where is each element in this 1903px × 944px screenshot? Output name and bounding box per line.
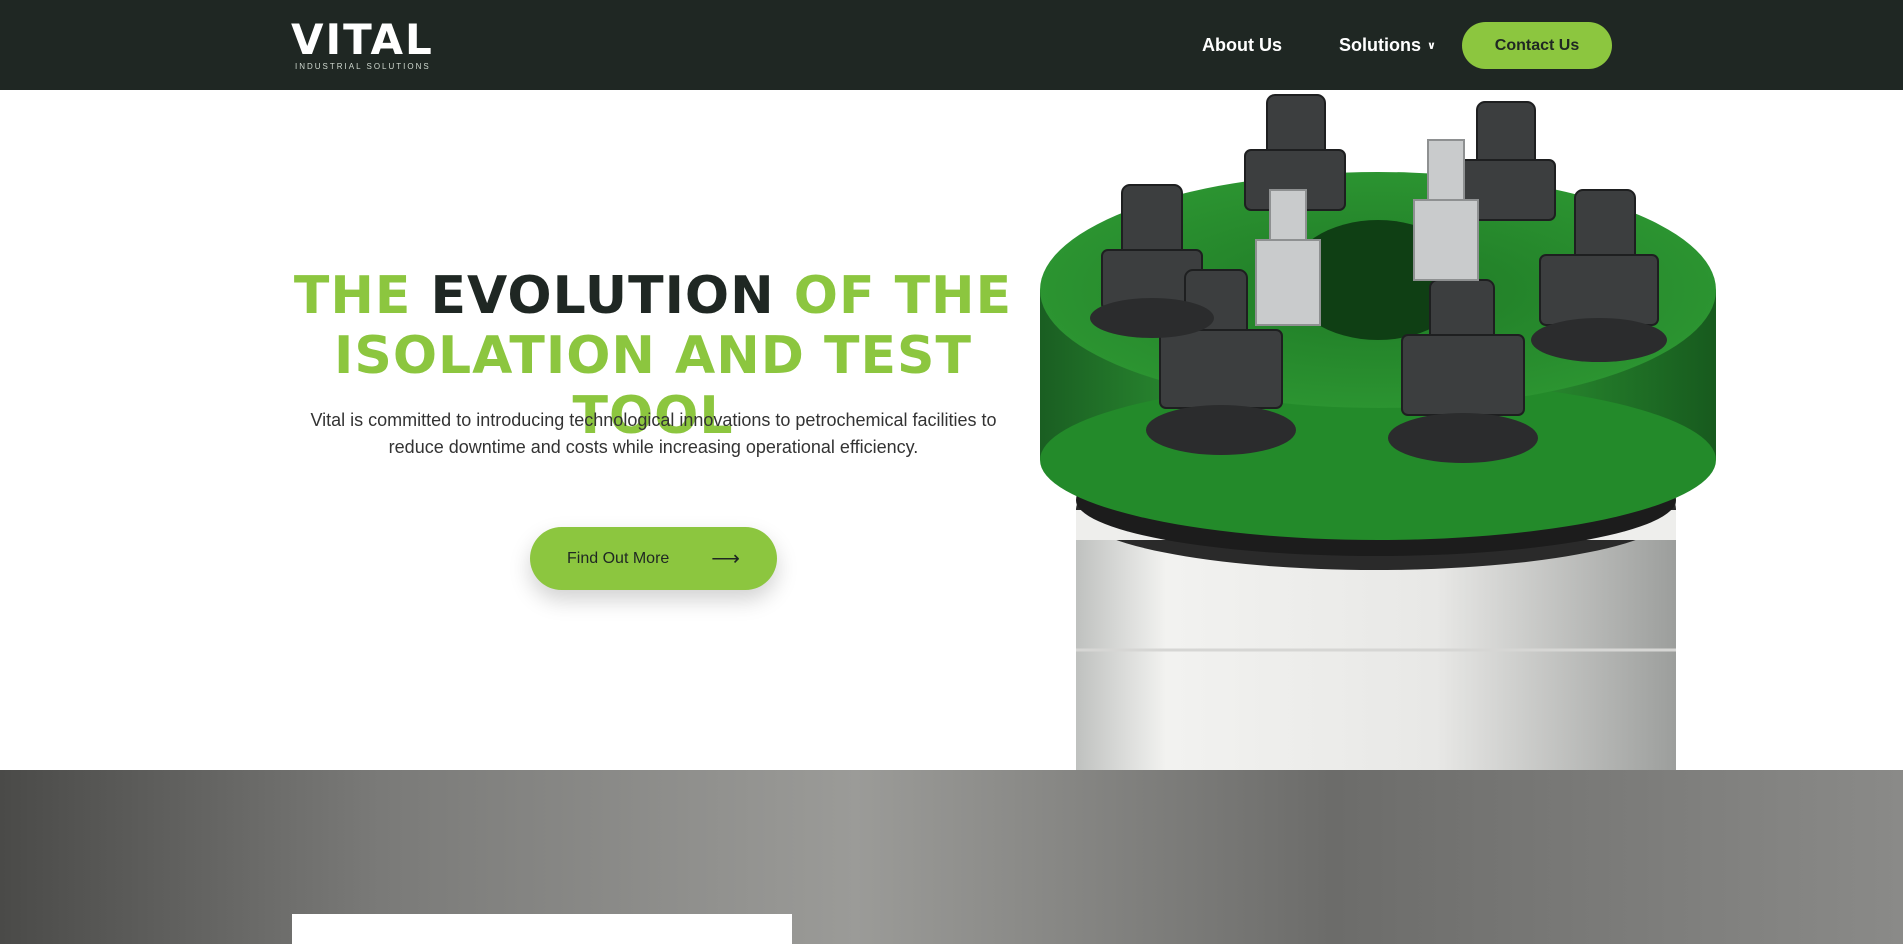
site-header: VITAL INDUSTRIAL SOLUTIONS About Us Solu… (0, 0, 1903, 90)
arrow-right-icon: ⟶ (711, 548, 740, 570)
find-out-more-button[interactable]: Find Out More ⟶ (530, 527, 777, 590)
nav-solutions[interactable]: Solutions ∨ (1339, 33, 1436, 58)
hero-title-word-evolution: EVOLUTION (430, 266, 775, 326)
vital-logo[interactable]: VITAL INDUSTRIAL SOLUTIONS (291, 18, 432, 72)
logo-wordmark: VITAL (291, 15, 434, 64)
hero-title-word-the: THE (293, 266, 412, 326)
nav-solutions-label: Solutions (1339, 35, 1421, 55)
find-out-more-label: Find Out More (567, 549, 670, 567)
product-image (1040, 94, 1716, 770)
nav-about-us[interactable]: About Us (1202, 33, 1282, 57)
contact-us-button[interactable]: Contact Us (1462, 22, 1612, 69)
workshop-background-image (0, 770, 1903, 944)
chevron-down-icon: ∨ (1427, 40, 1436, 53)
hero-description: Vital is committed to introducing techno… (310, 410, 997, 457)
logo-tagline: INDUSTRIAL SOLUTIONS (295, 62, 431, 71)
hero-title-word-of-the: OF THE (793, 266, 1013, 326)
content-card (292, 914, 792, 944)
